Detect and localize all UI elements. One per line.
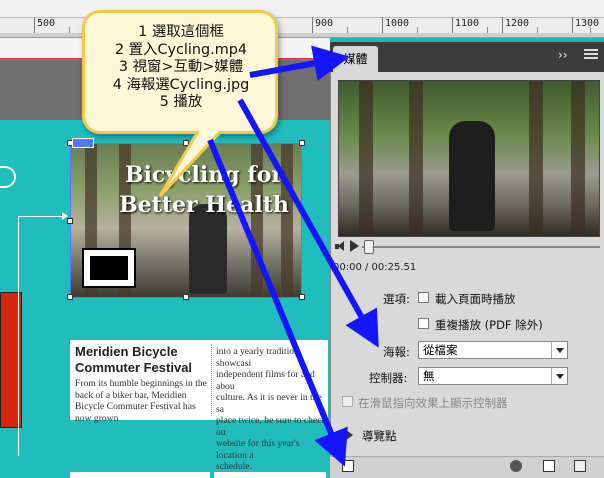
timecode: 00:00 / 00:25.51 <box>333 262 417 273</box>
poster-value: 從檔案 <box>423 343 458 357</box>
callout-text: 1 選取這個框 2 置入Cycling.mp4 3 視窗>互動>媒體 4 海報選… <box>86 24 276 112</box>
loop-label: 重複播放 (PDF 除外) <box>435 318 543 332</box>
flow-line-vertical <box>18 216 19 456</box>
next-box <box>70 472 210 478</box>
rollover-checkbox[interactable] <box>342 396 353 407</box>
pdf-icon[interactable] <box>543 460 555 472</box>
collapse-panel-button[interactable]: ›› <box>558 48 568 62</box>
article-title: Meridien Bicycle Commuter Festival <box>75 344 193 375</box>
play-icon[interactable] <box>350 240 359 252</box>
panel-menu-icon[interactable] <box>584 47 598 61</box>
callout-step-5: 5 播放 <box>159 94 203 110</box>
rollover-label: 在滑鼠指向效果上顯示控制器 <box>358 396 508 410</box>
controller-label: 控制器: <box>369 371 408 385</box>
scrub-track[interactable] <box>362 246 600 248</box>
headline-line-2: Better Health <box>119 192 289 218</box>
panel-footer <box>330 456 604 478</box>
ruler-label-1000: 1000 <box>385 18 410 29</box>
expand-triangle-icon[interactable] <box>346 430 353 440</box>
callout-step-3: 3 視窗>互動>媒體 <box>118 59 244 75</box>
autoplay-label: 載入頁面時播放 <box>435 292 516 306</box>
flow-line <box>18 216 66 217</box>
ruler-label-900: 900 <box>315 18 334 29</box>
page-headline: Bicycling for Better Health <box>104 160 304 220</box>
selection-handle[interactable] <box>183 140 189 146</box>
poster-select[interactable]: 從檔案 <box>418 341 568 359</box>
ruler-label-1200: 1200 <box>505 18 530 29</box>
loop-checkbox[interactable] <box>418 318 429 329</box>
ruler-label-500: 500 <box>37 18 56 29</box>
selection-handle[interactable] <box>183 294 189 300</box>
preview-icon[interactable] <box>342 460 354 472</box>
controller-select[interactable]: 無 <box>418 367 568 385</box>
callout-step-2: 2 置入Cycling.mp4 <box>114 41 248 58</box>
tab-media[interactable]: 媒體 <box>333 46 378 72</box>
place-file-icon[interactable] <box>574 460 586 472</box>
chevron-down-icon <box>551 368 567 384</box>
column-divider <box>211 344 212 416</box>
video-preview <box>338 80 600 237</box>
next-box <box>214 472 326 478</box>
callout-step-4: 4 海報選Cycling.jpg <box>112 76 250 93</box>
selection-handle[interactable] <box>299 140 305 146</box>
article-body-right: into a yearly tradition showcasi indepen… <box>216 346 327 472</box>
content-grabber-icon[interactable] <box>72 138 94 148</box>
selection-handle[interactable] <box>67 294 73 300</box>
ruler-label-1100: 1100 <box>455 18 480 29</box>
headline-line-1: Bicycling for <box>124 162 283 188</box>
selection-handle[interactable] <box>299 294 305 300</box>
selection-handle[interactable] <box>67 218 73 224</box>
scrub-thumb[interactable] <box>364 240 374 254</box>
controller-value: 無 <box>423 369 435 383</box>
chevron-down-icon <box>551 342 567 358</box>
article-body-left: From its humble beginnings in the back o… <box>75 378 207 424</box>
volume-icon[interactable] <box>335 241 345 251</box>
globe-icon[interactable] <box>510 460 522 472</box>
ruler-label-1300: 1300 <box>575 18 600 29</box>
callout-step-1: 1 選取這個框 <box>138 24 224 40</box>
autoplay-checkbox[interactable] <box>418 292 429 303</box>
options-label: 選項: <box>383 292 410 306</box>
nav-points-label[interactable]: 導覽點 <box>362 428 397 444</box>
poster-label: 海報: <box>383 345 410 359</box>
film-strip-icon <box>82 248 136 288</box>
